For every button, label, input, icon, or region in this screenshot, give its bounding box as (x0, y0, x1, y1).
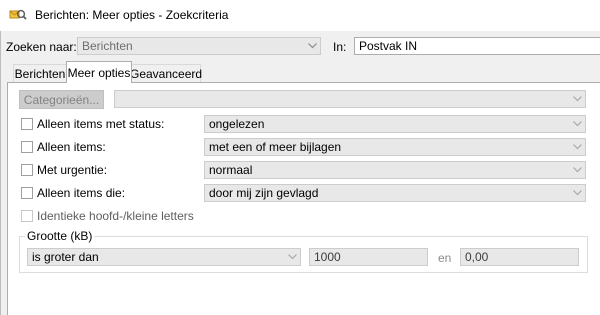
size-value-2-field[interactable]: 0,00 (460, 248, 579, 266)
size-group-border-left (19, 236, 20, 272)
urgency-checkbox[interactable] (21, 164, 33, 176)
items-value: met een of meer bijlagen (209, 140, 342, 154)
size-condition-dropdown[interactable]: is groter dan (27, 248, 301, 266)
chevron-down-icon (569, 116, 585, 132)
status-dropdown[interactable]: ongelezen (204, 115, 586, 133)
match-case-checkbox[interactable] (21, 210, 33, 222)
search-for-dropdown[interactable]: Berichten (77, 37, 321, 55)
status-checkbox[interactable] (21, 118, 33, 130)
outlook-search-icon (9, 8, 27, 22)
size-value-1: 1000 (314, 250, 341, 264)
chevron-down-icon (569, 162, 585, 178)
urgency-label: Met urgentie: (37, 163, 108, 177)
window-border-left (0, 31, 1, 315)
search-for-label: Zoeken naar: (6, 40, 77, 54)
size-condition-value: is groter dan (32, 250, 99, 264)
size-group-border-bottom (19, 272, 588, 273)
tab-berichten[interactable]: Berichten (13, 64, 67, 83)
urgency-value: normaal (209, 163, 253, 177)
size-group-border-top (19, 236, 588, 237)
chevron-down-icon (304, 38, 320, 54)
categories-dropdown[interactable] (114, 90, 586, 108)
items-that-label: Alleen items die: (37, 186, 126, 200)
status-label: Alleen items met status: (37, 117, 165, 131)
items-label: Alleen items: (37, 140, 106, 154)
urgency-dropdown[interactable]: normaal (204, 161, 586, 179)
categories-button-label: Categorieën... (23, 92, 100, 107)
items-dropdown[interactable]: met een of meer bijlagen (204, 138, 586, 156)
size-value-1-field[interactable]: 1000 (309, 248, 428, 266)
tab-meer-opties[interactable]: Meer opties (66, 61, 132, 83)
chevron-down-icon (569, 185, 585, 201)
chevron-down-icon (569, 91, 585, 107)
search-for-value: Berichten (82, 39, 133, 53)
window-title: Berichten: Meer opties - Zoekcriteria (35, 8, 229, 22)
categories-button[interactable]: Categorieën... (19, 90, 104, 109)
items-that-value: door mij zijn gevlagd (209, 186, 319, 200)
size-group-title: Grootte (kB) (25, 229, 95, 243)
in-folder-field[interactable]: Postvak IN (354, 37, 600, 55)
items-that-dropdown[interactable]: door mij zijn gevlagd (204, 184, 586, 202)
tab-label: Meer opties (67, 65, 131, 80)
tab-label: Geavanceerd (129, 67, 203, 81)
in-folder-value: Postvak IN (359, 39, 418, 53)
chevron-down-icon (569, 139, 585, 155)
match-case-label: Identieke hoofd-/kleine letters (37, 209, 194, 223)
items-checkbox[interactable] (21, 141, 33, 153)
tab-geavanceerd[interactable]: Geavanceerd (129, 64, 203, 83)
size-value-2: 0,00 (465, 250, 489, 264)
items-that-checkbox[interactable] (21, 187, 33, 199)
tab-label: Berichten (14, 67, 66, 81)
size-group-border-right (587, 236, 588, 272)
active-tab-join (67, 81, 131, 83)
size-and-label: en (438, 251, 452, 265)
chevron-down-icon (284, 249, 300, 265)
in-label: In: (333, 40, 347, 54)
status-value: ongelezen (209, 117, 265, 131)
